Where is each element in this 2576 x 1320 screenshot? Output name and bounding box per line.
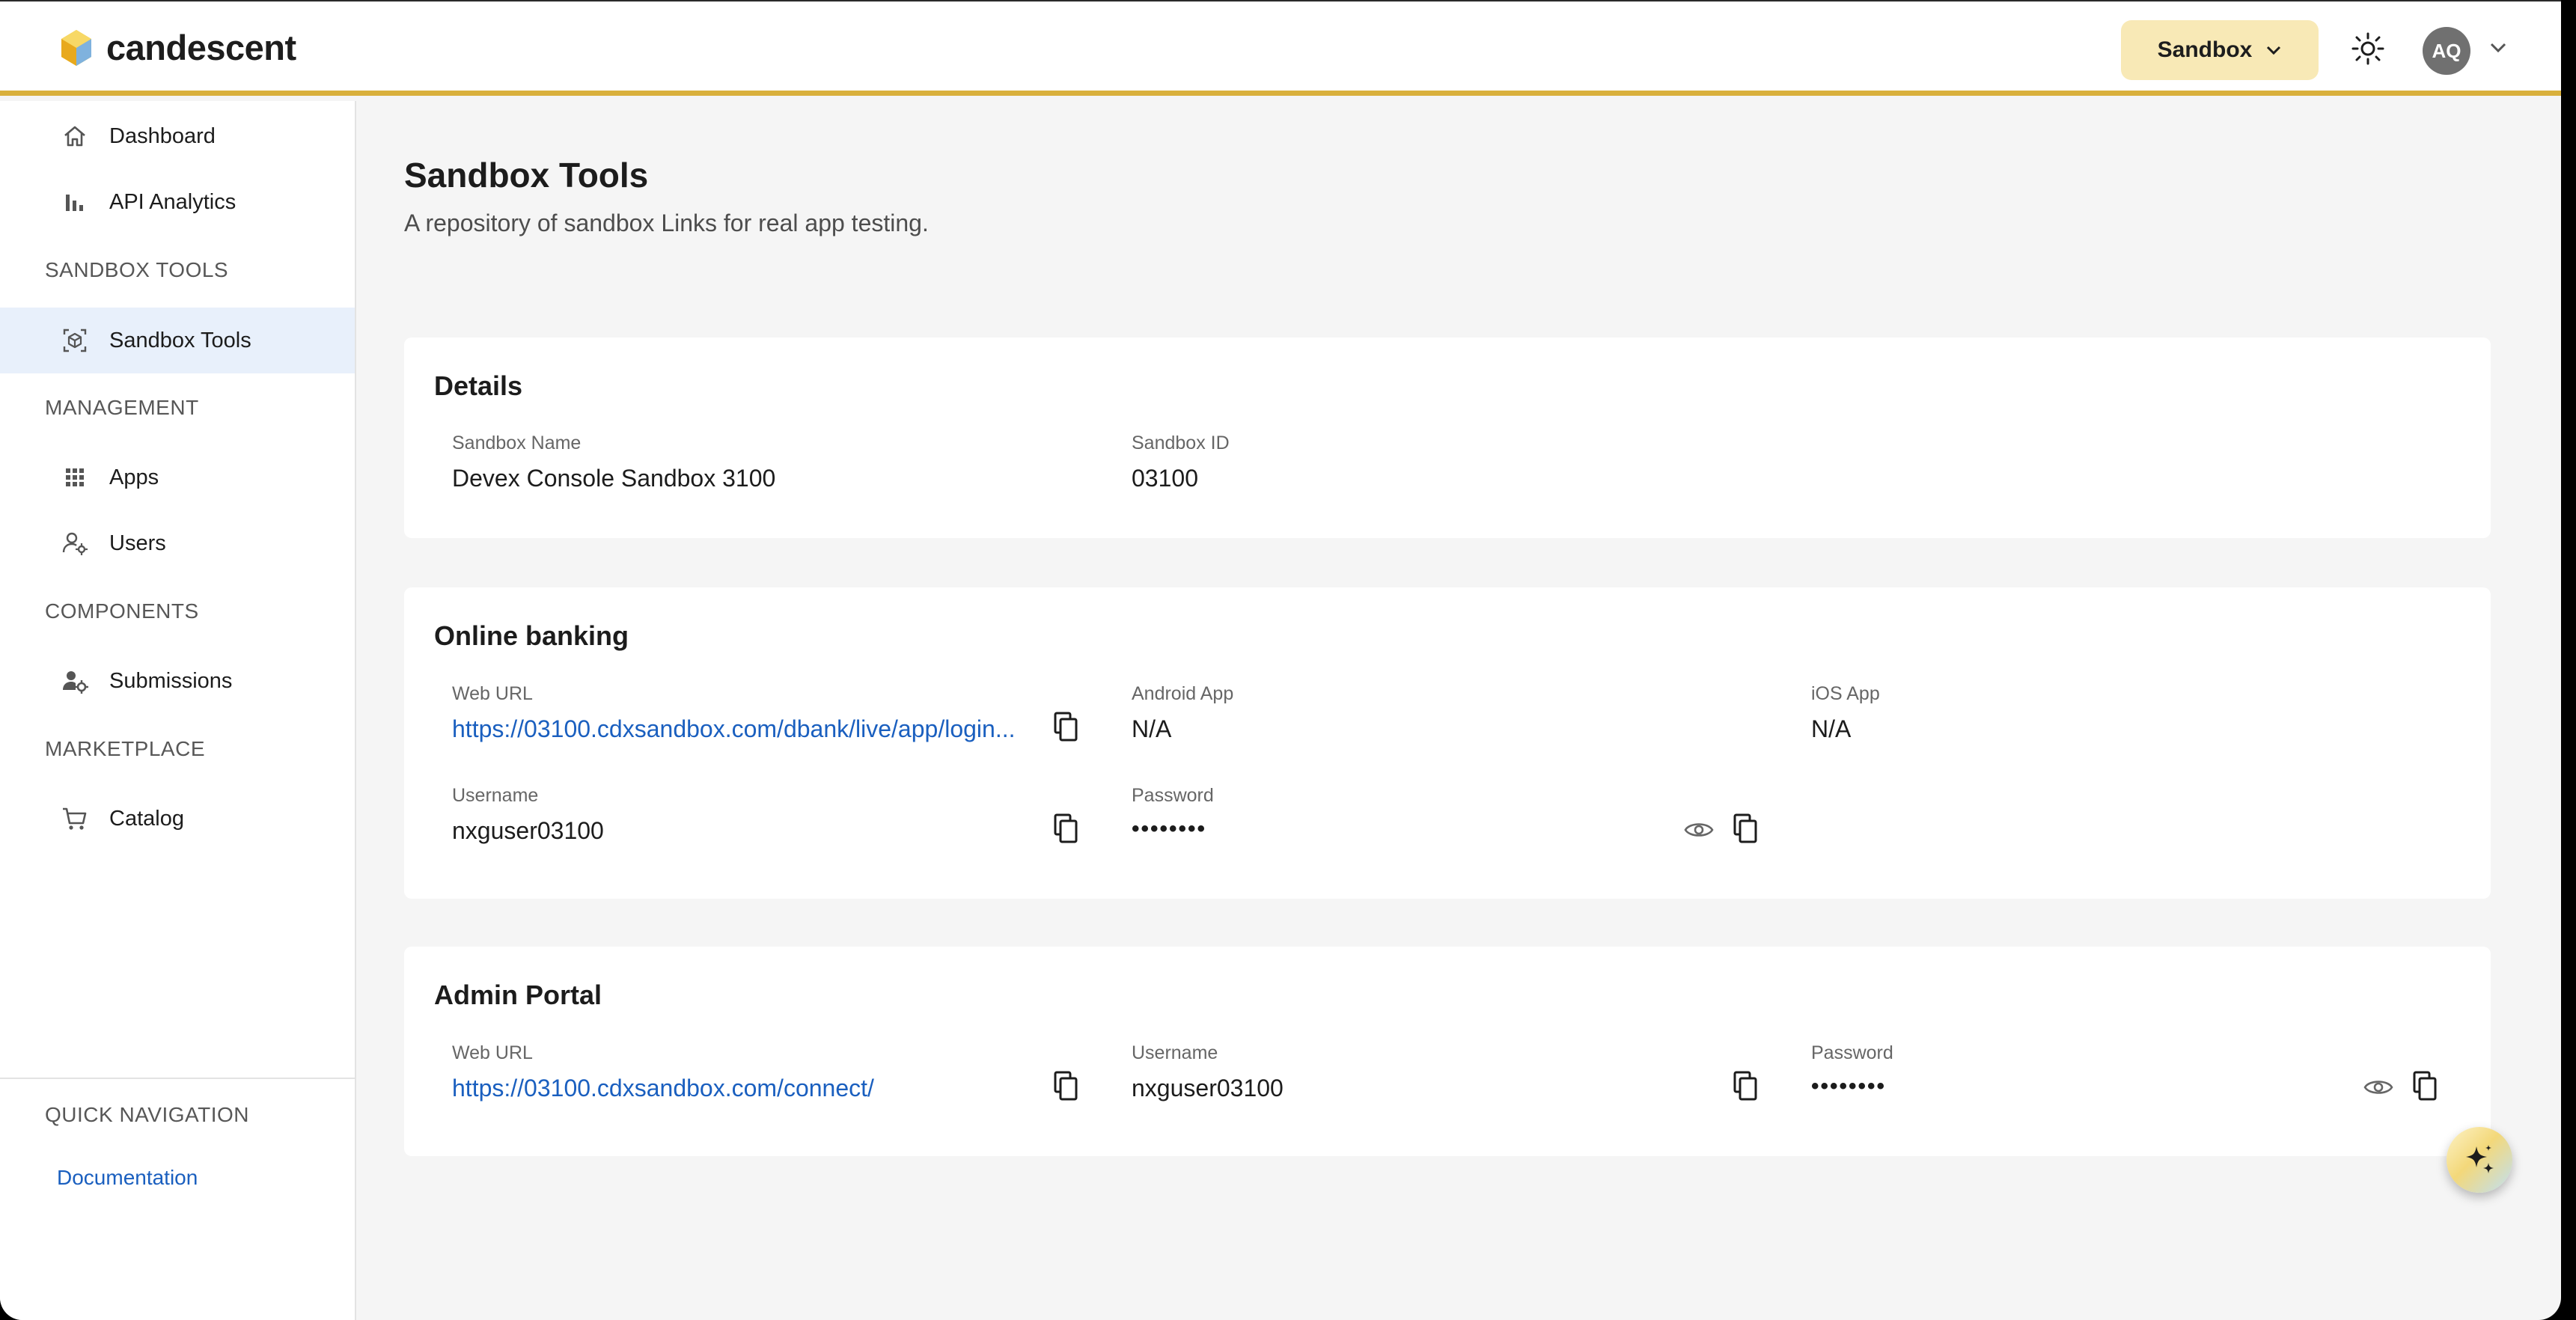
candescent-logo-icon: [61, 29, 91, 66]
sidebar-item-label: Catalog: [109, 806, 184, 831]
avatar[interactable]: AQ: [2423, 27, 2470, 75]
home-icon: [64, 126, 85, 147]
sidebar-item-api-analytics[interactable]: API Analytics: [0, 169, 355, 235]
eye-icon[interactable]: [2362, 1071, 2395, 1104]
sandbox-cube-icon: [63, 329, 87, 352]
submissions-icon: [63, 671, 88, 694]
password-label: Password: [1132, 785, 1214, 806]
bar-chart-icon: [66, 195, 83, 211]
sidebar-divider: [0, 1078, 355, 1079]
copy-icon[interactable]: [1049, 710, 1082, 743]
eye-icon[interactable]: [1682, 813, 1715, 846]
section-header-components: COMPONENTS: [45, 599, 199, 623]
documentation-link[interactable]: Documentation: [57, 1166, 198, 1190]
admin-portal-card-title: Admin Portal: [434, 980, 602, 1010]
section-header-quick-navigation: QUICK NAVIGATION: [45, 1103, 249, 1126]
copy-icon[interactable]: [1729, 812, 1762, 845]
online-banking-card: Online banking Web URL https://03100.cdx…: [404, 587, 2491, 899]
sun-icon[interactable]: [2351, 31, 2385, 70]
copy-icon[interactable]: [1729, 1069, 1762, 1102]
section-header-management: MANAGEMENT: [45, 396, 199, 419]
sidebar-item-label: Apps: [109, 465, 159, 489]
sidebar-item-submissions[interactable]: Submissions: [0, 648, 355, 714]
sidebar-item-label: Sandbox Tools: [109, 328, 251, 352]
copy-icon[interactable]: [1049, 812, 1082, 845]
password-label: Password: [1811, 1042, 1893, 1063]
online-banking-card-title: Online banking: [434, 620, 629, 651]
sidebar-item-apps[interactable]: Apps: [0, 444, 355, 510]
apps-grid-icon: [66, 468, 84, 486]
ai-assistant-button[interactable]: [2447, 1127, 2512, 1193]
sidebar-item-sandbox-tools[interactable]: Sandbox Tools: [0, 308, 355, 373]
sidebar-item-label: Submissions: [109, 668, 233, 693]
admin-portal-web-url-link[interactable]: https://03100.cdxsandbox.com/connect/: [452, 1075, 874, 1102]
online-banking-username-value: nxguser03100: [452, 817, 604, 844]
admin-portal-password-value: ••••••••: [1811, 1074, 1887, 1099]
users-gear-icon: [62, 532, 88, 555]
details-card-title: Details: [434, 370, 523, 401]
page-title: Sandbox Tools: [404, 156, 649, 195]
online-banking-web-url-link[interactable]: https://03100.cdxsandbox.com/dbank/live/…: [452, 715, 1015, 743]
copy-icon[interactable]: [2408, 1069, 2441, 1102]
sandbox-name-label: Sandbox Name: [452, 433, 582, 453]
sidebar-item-users[interactable]: Users: [0, 510, 355, 576]
cart-icon: [63, 807, 87, 830]
chevron-down-icon: [2267, 46, 2281, 55]
chevron-down-icon[interactable]: [2489, 42, 2507, 58]
username-label: Username: [1132, 1042, 1218, 1063]
sparkle-icon: [2466, 1145, 2494, 1173]
brand-logo[interactable]: candescent: [60, 27, 296, 68]
environment-label: Sandbox: [2157, 37, 2253, 62]
android-app-value: N/A: [1132, 715, 1172, 742]
sidebar-item-dashboard[interactable]: Dashboard: [0, 103, 355, 169]
web-url-label: Web URL: [452, 1042, 533, 1063]
username-label: Username: [452, 785, 539, 806]
top-bar: candescent Sandbox AQ: [0, 0, 2561, 96]
sandbox-id-label: Sandbox ID: [1132, 433, 1230, 453]
copy-icon[interactable]: [1049, 1069, 1082, 1102]
ios-app-label: iOS App: [1811, 683, 1880, 704]
details-card: Details Sandbox Name Devex Console Sandb…: [404, 337, 2491, 538]
online-banking-password-value: ••••••••: [1132, 816, 1207, 841]
section-header-sandbox-tools: SANDBOX TOOLS: [45, 258, 229, 281]
page-subtitle: A repository of sandbox Links for real a…: [404, 210, 929, 236]
sidebar: Dashboard API Analytics SANDBOX TOOLS Sa…: [0, 101, 356, 1320]
sidebar-item-label: Dashboard: [109, 123, 216, 148]
web-url-label: Web URL: [452, 683, 533, 704]
ios-app-value: N/A: [1811, 715, 1852, 742]
sidebar-item-catalog[interactable]: Catalog: [0, 786, 355, 852]
brand-name: candescent: [106, 28, 296, 67]
sidebar-item-label: API Analytics: [109, 189, 236, 214]
main-content: Sandbox Tools A repository of sandbox Li…: [356, 101, 2561, 1320]
sandbox-id-value: 03100: [1132, 465, 1198, 492]
section-header-marketplace: MARKETPLACE: [45, 737, 205, 760]
admin-portal-card: Admin Portal Web URL https://03100.cdxsa…: [404, 947, 2491, 1156]
admin-portal-username-value: nxguser03100: [1132, 1075, 1284, 1101]
environment-dropdown[interactable]: Sandbox: [2121, 20, 2319, 80]
avatar-initials: AQ: [2432, 39, 2461, 62]
sandbox-name-value: Devex Console Sandbox 3100: [452, 465, 776, 492]
sidebar-item-label: Users: [109, 531, 166, 555]
app-window: candescent Sandbox AQ Dashboard API Anal…: [0, 0, 2561, 1320]
android-app-label: Android App: [1132, 683, 1234, 704]
